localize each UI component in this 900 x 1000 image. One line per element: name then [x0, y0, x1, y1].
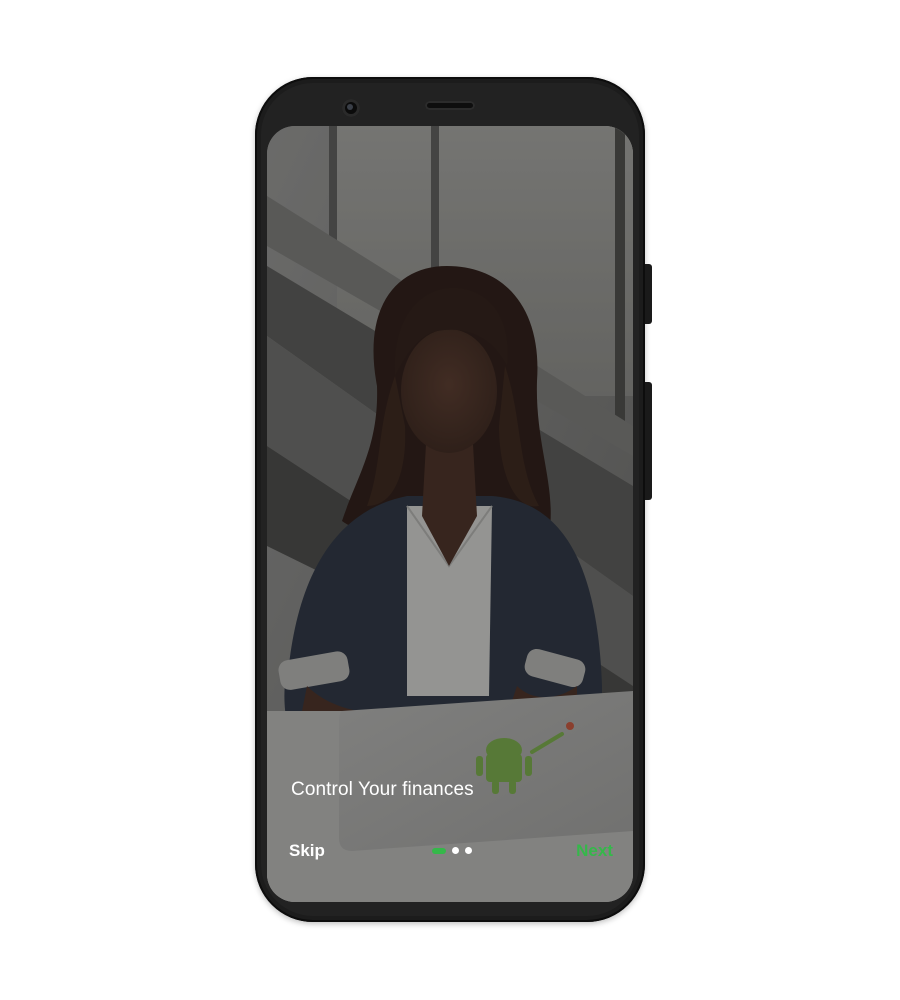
earpiece-speaker	[425, 101, 475, 110]
page-dot-3[interactable]	[465, 847, 472, 854]
onboarding-screen: Control Your finances Skip Next	[267, 126, 633, 902]
onboarding-headline: Control Your finances	[291, 779, 474, 800]
skip-button[interactable]: Skip	[289, 841, 325, 861]
page-indicator	[432, 847, 472, 854]
front-camera-icon	[342, 99, 360, 117]
volume-button	[645, 382, 652, 500]
page-dot-2[interactable]	[452, 847, 459, 854]
page-dot-1-active[interactable]	[432, 847, 446, 854]
power-button	[645, 264, 652, 324]
device-mockup: Control Your finances Skip Next	[0, 0, 900, 1000]
next-button[interactable]: Next	[576, 841, 613, 861]
